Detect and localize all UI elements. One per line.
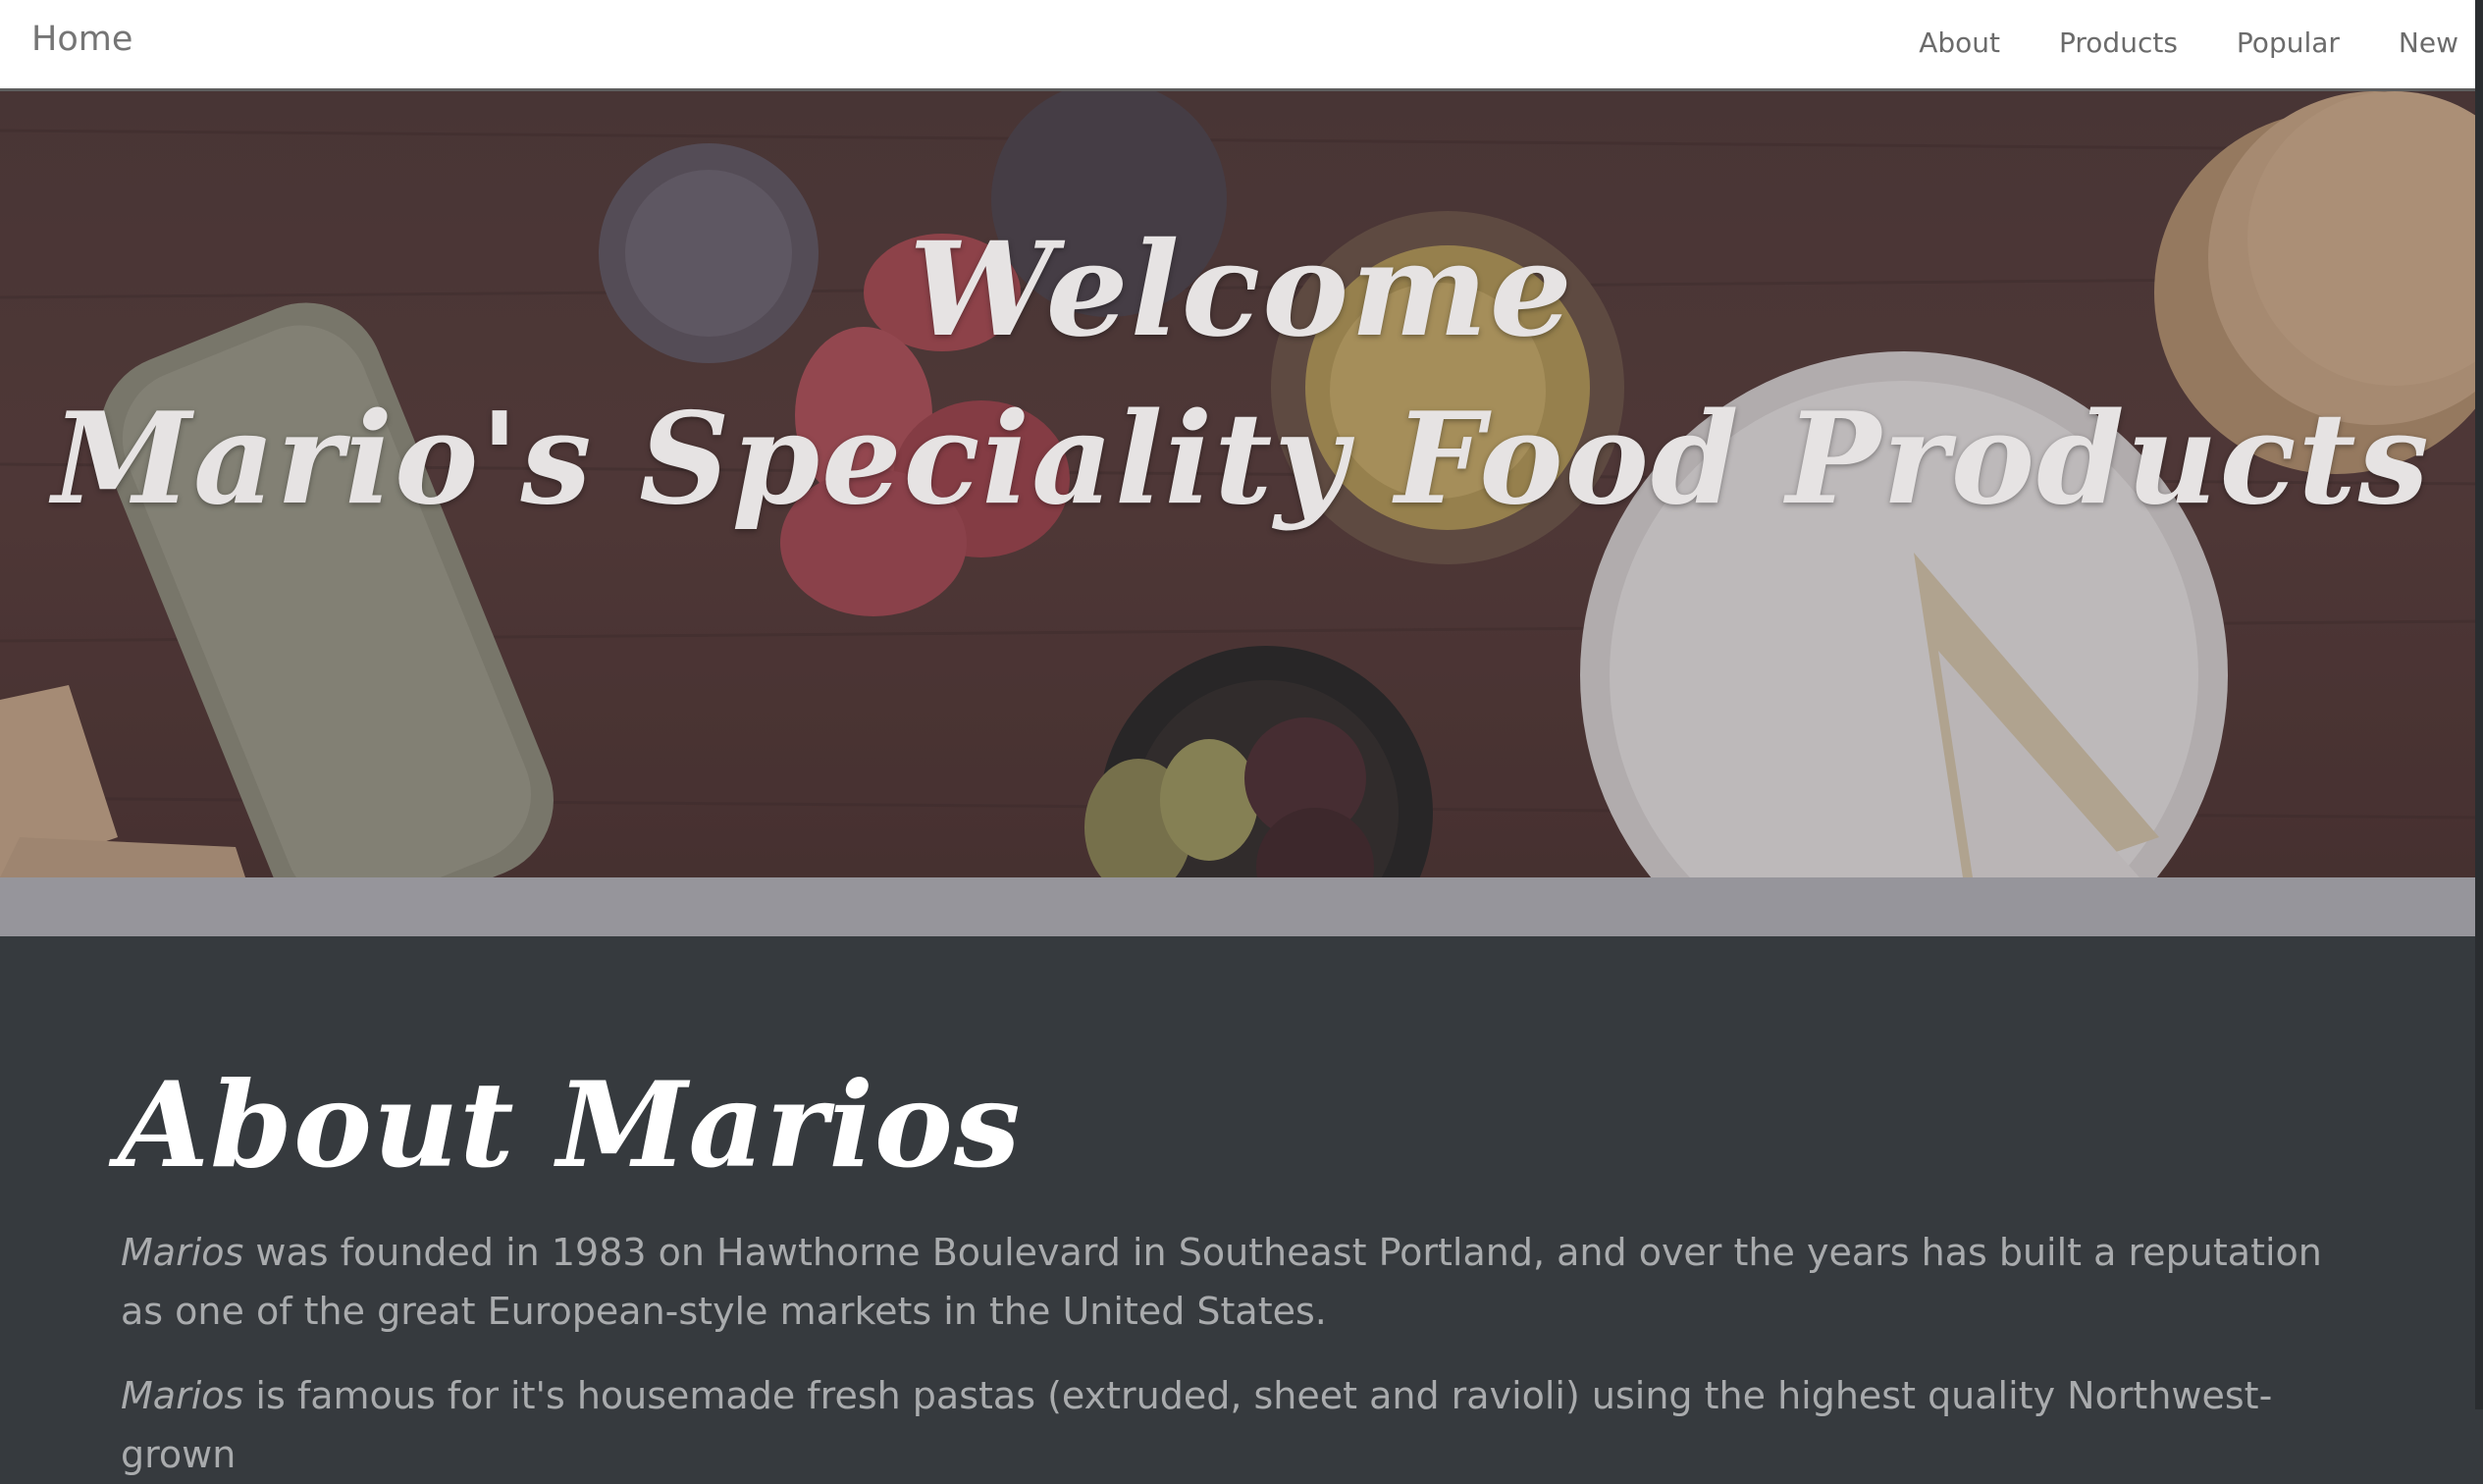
divider-strip xyxy=(0,877,2483,936)
about-section: About Marios Marios was founded in 1983 … xyxy=(0,936,2483,1476)
brand-name-italic: Marios xyxy=(121,1374,244,1417)
scrollbar-edge[interactable] xyxy=(2475,0,2483,1409)
about-heading: About Marios xyxy=(118,1056,1022,1194)
about-paragraph-2: Marios is famous for it's housemade fres… xyxy=(121,1366,2329,1484)
hero-banner: Welcome Mario's Speciality Food Products xyxy=(0,91,2483,877)
nav-link-products[interactable]: Products xyxy=(2059,24,2178,63)
nav-link-new[interactable]: New xyxy=(2399,24,2458,63)
about-paragraph-1: Marios was founded in 1983 on Hawthorne … xyxy=(121,1223,2329,1341)
top-navbar: Home About Products Popular New xyxy=(0,0,2483,91)
brand-name-italic: Marios xyxy=(121,1231,244,1274)
paragraph-text: is famous for it's housemade fresh pasta… xyxy=(121,1374,2273,1476)
nav-link-popular[interactable]: Popular xyxy=(2237,24,2340,63)
paragraph-text: was founded in 1983 on Hawthorne Bouleva… xyxy=(121,1231,2322,1333)
home-link[interactable]: Home xyxy=(31,20,132,59)
hero-title-welcome: Welcome xyxy=(909,214,1574,366)
nav-links: About Products Popular New xyxy=(1860,24,2458,63)
hero-title-brand: Mario's Speciality Food Products xyxy=(52,386,2431,533)
nav-link-about[interactable]: About xyxy=(1919,24,2000,63)
